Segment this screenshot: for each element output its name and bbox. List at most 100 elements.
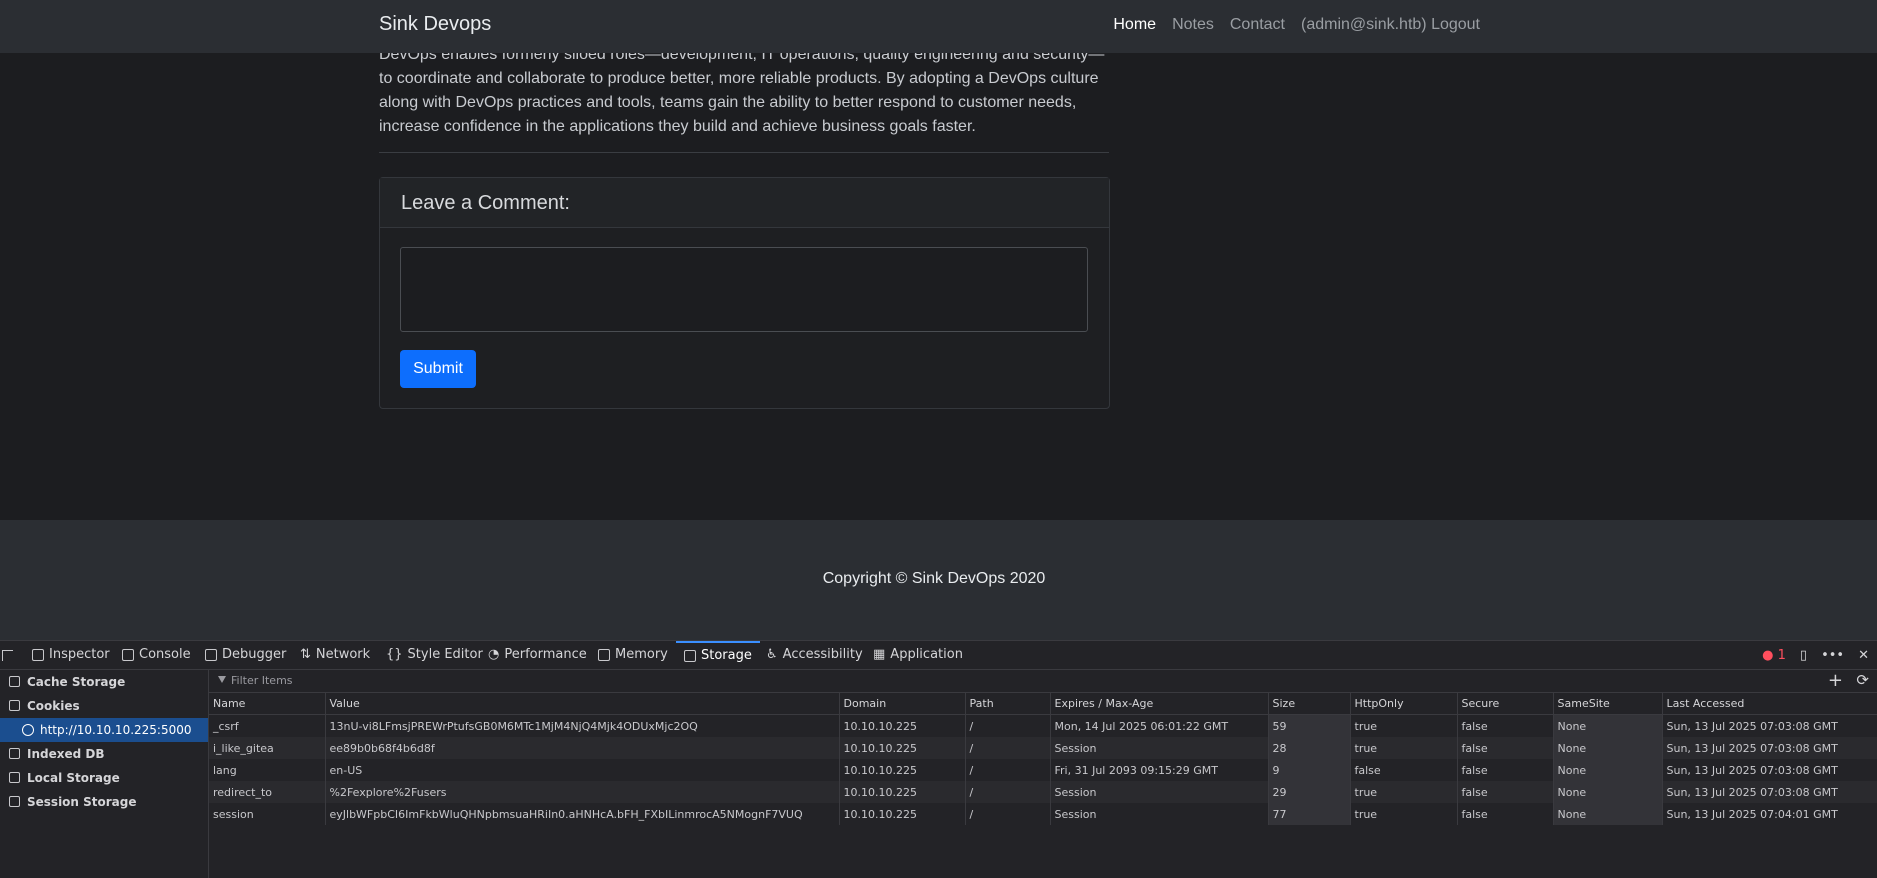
table-cell: None (1553, 803, 1663, 825)
tab-debugger[interactable]: Debugger (205, 641, 286, 669)
filter-icon (218, 676, 226, 683)
nav-contact-link[interactable]: Contact (1230, 16, 1285, 34)
storage-tree-icon (9, 748, 20, 759)
refresh-icon[interactable]: ⟳ (1856, 671, 1869, 689)
column-header[interactable]: Value (325, 693, 840, 715)
gauge-icon: ◔ (488, 647, 500, 662)
table-cell: 9 (1268, 759, 1351, 781)
tab-style-editor[interactable]: {} Style Editor (386, 641, 483, 669)
memory-icon (598, 649, 610, 661)
table-cell: / (965, 737, 1051, 759)
globe-icon (22, 724, 34, 736)
more-options-icon[interactable]: ••• (1821, 648, 1844, 663)
braces-icon: {} (386, 647, 403, 662)
divider (379, 152, 1109, 153)
network-icon: ⇅ (300, 647, 311, 662)
sidebar-item-local-storage[interactable]: Local Storage (0, 766, 208, 790)
storage-sidebar: Cache Storage Cookies http://10.10.10.22… (0, 670, 209, 878)
table-cell: i_like_gitea (209, 737, 326, 759)
table-cell: / (965, 803, 1051, 825)
storage-tree-icon (9, 772, 20, 783)
table-row[interactable]: _csrf 13nU-vi8LFmsjPREWrPtufsGB0M6MTc1MjM… (209, 714, 1877, 737)
table-cell: 13nU-vi8LFmsjPREWrPtufsGB0M6MTc1MjM4NjQ4… (325, 714, 840, 737)
comment-card-header: Leave a Comment: (380, 178, 1109, 228)
cookie-table: Name Value Domain Path Expires / Max-Age Size… (209, 693, 1877, 825)
table-cell: None (1553, 781, 1663, 803)
tab-network[interactable]: ⇅ Network (300, 641, 370, 669)
table-cell: 10.10.10.225 (839, 759, 966, 781)
responsive-mode-icon[interactable]: ▯ (1800, 648, 1807, 663)
table-cell: Mon, 14 Jul 2025 06:01:22 GMT (1050, 714, 1269, 737)
table-cell: 29 (1268, 781, 1351, 803)
table-cell: _csrf (209, 714, 326, 737)
brand-link[interactable]: Sink Devops (379, 13, 491, 36)
filter-bar[interactable]: Filter Items + ⟳ (209, 670, 1877, 693)
devtools-right-controls: ● 1 ▯ ••• ✕ (1762, 641, 1869, 669)
table-cell: Sun, 13 Jul 2025 07:03:08 GMT (1662, 759, 1877, 781)
element-picker-icon[interactable] (2, 641, 13, 669)
table-cell: eyJlbWFpbCI6ImFkbWluQHNpbmsuaHRiIn0.aHNH… (325, 803, 840, 825)
submit-button[interactable]: Submit (400, 350, 476, 388)
table-cell: false (1457, 714, 1554, 737)
table-cell: Session (1050, 781, 1269, 803)
table-row[interactable]: session eyJlbWFpbCI6ImFkbWluQHNpbmsuaHRiI… (209, 803, 1877, 825)
sidebar-item-cookie-origin[interactable]: http://10.10.10.225:5000 (0, 718, 208, 742)
table-cell: 10.10.10.225 (839, 737, 966, 759)
sidebar-item-cache-storage[interactable]: Cache Storage (0, 670, 208, 694)
column-header[interactable]: HttpOnly (1350, 693, 1458, 715)
tab-memory[interactable]: Memory (598, 641, 668, 669)
table-cell: true (1350, 737, 1458, 759)
table-cell: Sun, 13 Jul 2025 07:03:08 GMT (1662, 781, 1877, 803)
error-count-badge[interactable]: ● 1 (1762, 648, 1786, 663)
devtools-panel: Inspector Console Debugger ⇅ Network {} St… (0, 640, 1877, 878)
column-header[interactable]: Last Accessed (1662, 693, 1877, 715)
comment-card: Leave a Comment: Submit (379, 177, 1110, 409)
table-cell: true (1350, 714, 1458, 737)
cookie-table-panel: Filter Items + ⟳ Name Value Domain Path Expi… (209, 670, 1877, 878)
table-cell: true (1350, 781, 1458, 803)
tab-application[interactable]: ▦ Application (873, 641, 963, 669)
column-header[interactable]: Size (1268, 693, 1351, 715)
table-row[interactable]: redirect_to %2Fexplore%2Fusers 10.10.10.22… (209, 781, 1877, 803)
table-cell: Sun, 13 Jul 2025 07:04:01 GMT (1662, 803, 1877, 825)
tab-console[interactable]: Console (122, 641, 191, 669)
column-header[interactable]: Domain (839, 693, 966, 715)
tab-performance[interactable]: ◔ Performance (488, 641, 587, 669)
tab-storage[interactable]: Storage (676, 641, 760, 669)
nav-links: Home Notes Contact (admin@sink.htb) Logo… (1113, 16, 1480, 34)
nav-notes-link[interactable]: Notes (1172, 16, 1214, 34)
column-header[interactable]: SameSite (1553, 693, 1663, 715)
table-cell: false (1457, 803, 1554, 825)
table-cell: false (1457, 759, 1554, 781)
comment-textarea[interactable] (400, 247, 1088, 332)
devtools-toolbar: Inspector Console Debugger ⇅ Network {} St… (0, 641, 1877, 670)
navbar: Sink Devops Home Notes Contact (admin@si… (0, 0, 1877, 53)
tab-inspector[interactable]: Inspector (32, 641, 110, 669)
table-cell: 77 (1268, 803, 1351, 825)
sidebar-item-session-storage[interactable]: Session Storage (0, 790, 208, 814)
table-row[interactable]: i_like_gitea ee89b0b68f4b6d8f 10.10.10.225… (209, 737, 1877, 759)
grid-icon: ▦ (873, 647, 886, 662)
filter-input[interactable]: Filter Items (231, 674, 293, 687)
table-cell: Sun, 13 Jul 2025 07:03:08 GMT (1662, 737, 1877, 759)
column-header[interactable]: Path (965, 693, 1051, 715)
column-header[interactable]: Name (209, 693, 326, 715)
sidebar-item-cookies[interactable]: Cookies (0, 694, 208, 718)
tab-accessibility[interactable]: ♿ Accessibility (766, 641, 863, 669)
table-cell: None (1553, 714, 1663, 737)
column-header[interactable]: Expires / Max-Age (1050, 693, 1269, 715)
sidebar-item-indexed-db[interactable]: Indexed DB (0, 742, 208, 766)
table-cell: Fri, 31 Jul 2093 09:15:29 GMT (1050, 759, 1269, 781)
article-text: DevOps enables formerly siloed roles—dev… (379, 53, 1105, 135)
table-row[interactable]: lang en-US 10.10.10.225/Fri, 31 Jul 2093 0… (209, 759, 1877, 781)
add-item-icon[interactable]: + (1828, 670, 1843, 691)
column-header[interactable]: Secure (1457, 693, 1554, 715)
nav-logout-link[interactable]: (admin@sink.htb) Logout (1301, 16, 1480, 34)
close-icon[interactable]: ✕ (1858, 648, 1869, 663)
table-cell: %2Fexplore%2Fusers (325, 781, 840, 803)
table-cell: session (209, 803, 326, 825)
footer-copyright: Copyright © Sink DevOps 2020 (822, 570, 1046, 587)
nav-home-link[interactable]: Home (1113, 16, 1156, 34)
table-cell: None (1553, 737, 1663, 759)
storage-tree-icon (9, 796, 20, 807)
